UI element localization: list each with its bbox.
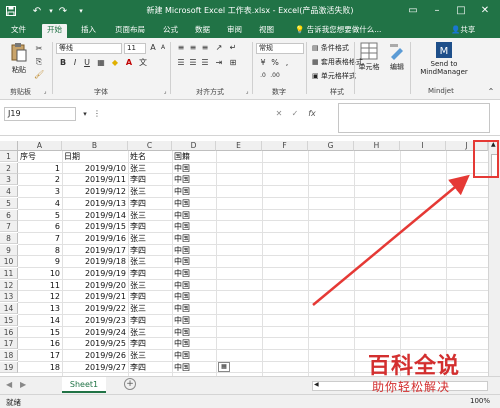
new-sheet-icon[interactable]: +: [124, 378, 136, 390]
watermark-title: 百科全说: [368, 354, 461, 379]
watermark-subtitle: 助你轻松解决: [372, 380, 451, 394]
watermark-logo: 百科全说 助你轻松解决: [368, 348, 500, 404]
next-sheet-icon[interactable]: ▶: [20, 380, 26, 389]
sheet-tab-sheet1[interactable]: Sheet1: [62, 377, 106, 393]
status-ready: 就绪: [6, 398, 21, 407]
annotation-arrow: [312, 174, 470, 306]
quick-analysis-icon[interactable]: ▦: [218, 362, 230, 372]
prev-sheet-icon[interactable]: ◀: [6, 380, 12, 389]
scroll-left-icon[interactable]: ◀: [314, 381, 319, 388]
